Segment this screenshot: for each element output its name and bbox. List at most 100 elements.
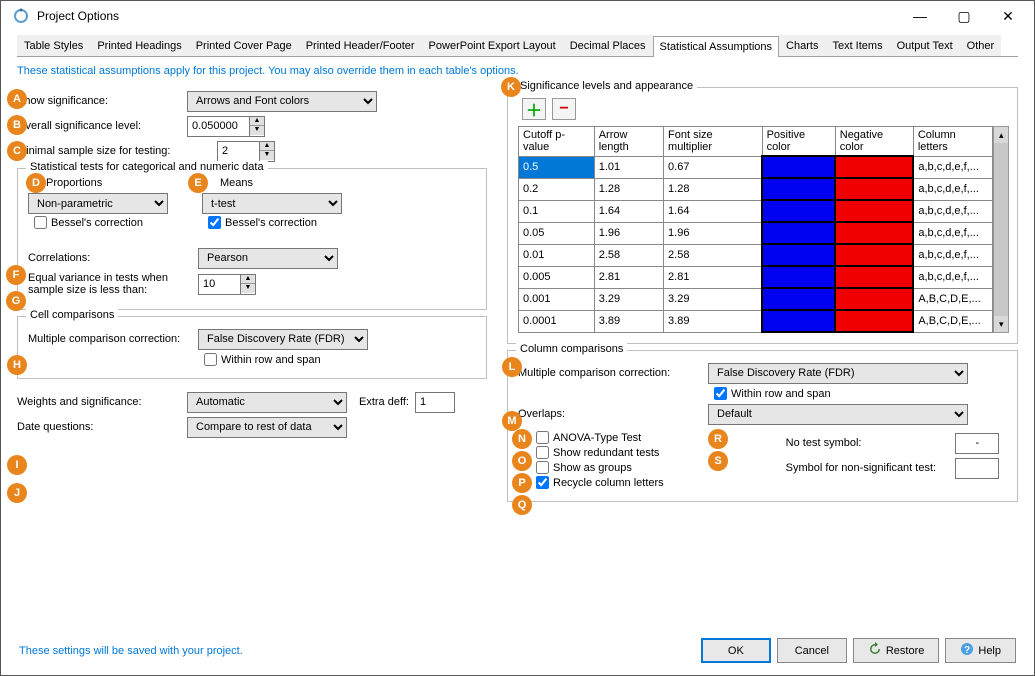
means-select[interactable]: t-test	[202, 193, 342, 214]
remove-row-button[interactable]: −	[552, 98, 576, 120]
table-row[interactable]: 0.11.641.64a,b,c,d,e,f,...	[519, 200, 993, 222]
redundant-checkbox[interactable]	[536, 446, 549, 459]
table-cell[interactable]: a,b,c,d,e,f,...	[913, 222, 993, 244]
proportions-select[interactable]: Non-parametric	[28, 193, 168, 214]
anova-checkbox[interactable]	[536, 431, 549, 444]
table-row[interactable]: 0.0013.293.29A,B,C,D,E,...	[519, 288, 993, 310]
show-significance-select[interactable]: Arrows and Font colors	[187, 91, 377, 112]
table-cell[interactable]: 0.1	[519, 200, 595, 222]
table-cell[interactable]	[835, 178, 913, 200]
table-row[interactable]: 0.051.961.96a,b,c,d,e,f,...	[519, 222, 993, 244]
recycle-checkbox[interactable]	[536, 476, 549, 489]
table-cell[interactable]: 1.28	[594, 178, 663, 200]
table-cell[interactable]: 3.29	[664, 288, 763, 310]
scroll-down-icon[interactable]: ▾	[994, 316, 1008, 332]
table-cell[interactable]: A,B,C,D,E,...	[913, 288, 993, 310]
restore-button[interactable]: Restore	[853, 638, 940, 663]
add-row-button[interactable]: ＋	[522, 98, 546, 120]
min-sample-spinner[interactable]: ▲▼	[217, 141, 275, 162]
table-cell[interactable]: 1.01	[594, 156, 663, 178]
table-cell[interactable]	[835, 200, 913, 222]
table-cell[interactable]: 0.5	[519, 156, 595, 178]
table-cell[interactable]	[762, 156, 835, 178]
tab-charts[interactable]: Charts	[779, 35, 825, 56]
non-sig-input[interactable]	[955, 458, 999, 479]
table-cell[interactable]: 2.58	[594, 244, 663, 266]
tab-other[interactable]: Other	[960, 35, 1002, 56]
cell-within-checkbox[interactable]	[204, 353, 217, 366]
table-row[interactable]: 0.51.010.67 a,b,c,d,e,f,...	[519, 156, 993, 178]
table-cell[interactable]: 1.28	[664, 178, 763, 200]
table-cell[interactable]: 0.01	[519, 244, 595, 266]
close-button[interactable]: ✕	[986, 1, 1030, 31]
table-cell[interactable]	[835, 266, 913, 288]
table-cell[interactable]: 2.81	[594, 266, 663, 288]
no-test-input[interactable]	[955, 433, 999, 454]
extra-deff-input[interactable]	[415, 392, 455, 413]
table-cell[interactable]: a,b,c,d,e,f,...	[913, 156, 993, 178]
overlaps-select[interactable]: Default	[708, 404, 968, 425]
tab-statistical-assumptions[interactable]: Statistical Assumptions	[653, 36, 780, 57]
tab-printed-header-footer[interactable]: Printed Header/Footer	[299, 35, 422, 56]
correlations-select[interactable]: Pearson	[198, 248, 338, 269]
table-cell[interactable]: A,B,C,D,E,...	[913, 310, 993, 332]
table-cell[interactable]	[762, 310, 835, 332]
scroll-track[interactable]	[994, 143, 1008, 316]
table-cell[interactable]	[762, 222, 835, 244]
tab-printed-cover-page[interactable]: Printed Cover Page	[189, 35, 299, 56]
table-cell[interactable]	[762, 200, 835, 222]
table-cell[interactable]	[762, 178, 835, 200]
col-mcc-select[interactable]: False Discovery Rate (FDR)	[708, 363, 968, 384]
spinner-buttons[interactable]: ▲▼	[249, 116, 265, 137]
equal-var-input[interactable]	[198, 274, 240, 295]
table-row[interactable]: 0.21.281.28a,b,c,d,e,f,...	[519, 178, 993, 200]
table-row[interactable]: 0.00013.893.89A,B,C,D,E,...	[519, 310, 993, 332]
table-cell[interactable]	[835, 288, 913, 310]
table-cell[interactable]: 3.89	[594, 310, 663, 332]
overall-sig-input[interactable]	[187, 116, 249, 137]
table-cell[interactable]: 2.58	[664, 244, 763, 266]
tab-output-text[interactable]: Output Text	[890, 35, 960, 56]
table-cell[interactable]: a,b,c,d,e,f,...	[913, 200, 993, 222]
table-cell[interactable]	[762, 288, 835, 310]
table-cell[interactable]: a,b,c,d,e,f,...	[913, 266, 993, 288]
table-cell[interactable]: a,b,c,d,e,f,...	[913, 178, 993, 200]
maximize-button[interactable]: ▢	[942, 1, 986, 31]
table-cell[interactable]: 1.96	[664, 222, 763, 244]
table-cell[interactable]	[835, 222, 913, 244]
table-cell[interactable]	[835, 244, 913, 266]
spinner-buttons[interactable]: ▲▼	[259, 141, 275, 162]
table-cell[interactable]: 0.0001	[519, 310, 595, 332]
tab-powerpoint-export-layout[interactable]: PowerPoint Export Layout	[422, 35, 563, 56]
table-cell[interactable]: 2.81	[664, 266, 763, 288]
table-cell[interactable]	[762, 266, 835, 288]
help-button[interactable]: ? Help	[945, 638, 1016, 663]
table-cell[interactable]	[762, 244, 835, 266]
equal-var-spinner[interactable]: ▲▼	[198, 274, 256, 295]
table-cell[interactable]: 0.2	[519, 178, 595, 200]
table-cell[interactable]: 0.005	[519, 266, 595, 288]
table-cell[interactable]	[835, 156, 913, 178]
date-q-select[interactable]: Compare to rest of data	[187, 417, 347, 438]
table-row[interactable]: 0.0052.812.81a,b,c,d,e,f,...	[519, 266, 993, 288]
cell-mcc-select[interactable]: False Discovery Rate (FDR)	[198, 329, 368, 350]
table-cell[interactable]: 3.29	[594, 288, 663, 310]
tab-printed-headings[interactable]: Printed Headings	[90, 35, 188, 56]
table-scrollbar[interactable]: ▴ ▾	[993, 126, 1009, 333]
spinner-buttons[interactable]: ▲▼	[240, 274, 256, 295]
tab-decimal-places[interactable]: Decimal Places	[563, 35, 653, 56]
table-cell[interactable]	[835, 310, 913, 332]
table-row[interactable]: 0.012.582.58a,b,c,d,e,f,...	[519, 244, 993, 266]
table-cell[interactable]: a,b,c,d,e,f,...	[913, 244, 993, 266]
groups-checkbox[interactable]	[536, 461, 549, 474]
table-cell[interactable]: 0.67	[664, 156, 763, 178]
tab-text-items[interactable]: Text Items	[825, 35, 889, 56]
scroll-up-icon[interactable]: ▴	[994, 127, 1008, 143]
sig-levels-table[interactable]: Cutoff p-valueArrow lengthFont size mult…	[518, 126, 993, 333]
col-within-checkbox[interactable]	[714, 387, 727, 400]
means-bessel-checkbox[interactable]	[208, 216, 221, 229]
table-cell[interactable]: 3.89	[664, 310, 763, 332]
weights-select[interactable]: Automatic	[187, 392, 347, 413]
prop-bessel-checkbox[interactable]	[34, 216, 47, 229]
table-cell[interactable]: 0.05	[519, 222, 595, 244]
